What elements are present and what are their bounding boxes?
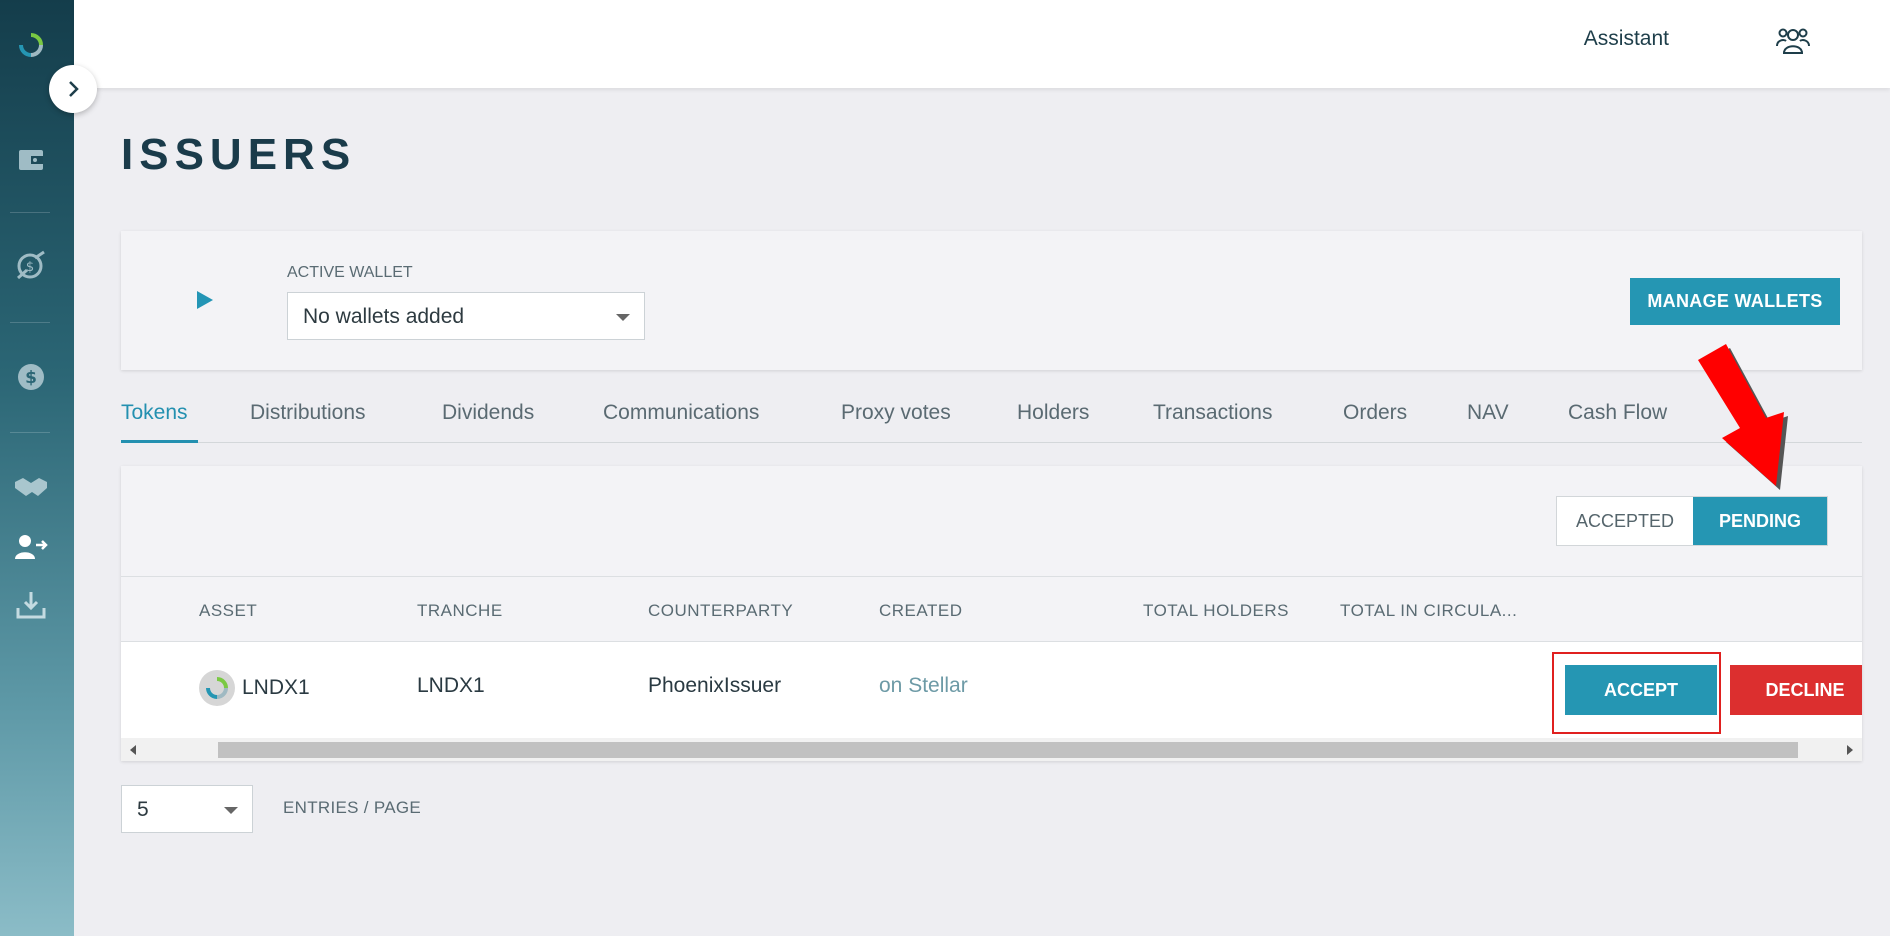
- sidebar-separator: [10, 322, 50, 323]
- tab-dividends[interactable]: Dividends: [442, 401, 534, 425]
- top-bar: Assistant: [74, 0, 1890, 88]
- decline-button[interactable]: DECLINE: [1730, 665, 1862, 715]
- table-header: ASSET TRANCHE COUNTERPARTY CREATED TOTAL…: [121, 576, 1862, 642]
- manage-wallets-button[interactable]: MANAGE WALLETS: [1630, 278, 1840, 325]
- active-wallet-value: No wallets added: [303, 305, 465, 328]
- wallet-icon[interactable]: [14, 143, 48, 177]
- counterparty-name: PhoenixIssuer: [648, 674, 782, 697]
- entries-per-page-label: ENTRIES / PAGE: [283, 798, 422, 817]
- wallet-card: ACTIVE WALLET No wallets added MANAGE WA…: [121, 231, 1862, 370]
- tokens-table-card: ACCEPTED PENDING ASSET TRANCHE COUNTERPA…: [121, 466, 1862, 761]
- tab-tokens[interactable]: Tokens: [121, 401, 188, 425]
- column-header-counterparty[interactable]: COUNTERPARTY: [648, 601, 793, 621]
- chevron-right-icon: [69, 81, 79, 97]
- asset-name: LNDX1: [242, 676, 310, 699]
- dollar-icon[interactable]: $: [14, 360, 48, 394]
- tab-nav[interactable]: NAV: [1467, 401, 1509, 425]
- svg-text:$: $: [25, 368, 37, 388]
- tab-distributions[interactable]: Distributions: [250, 401, 366, 425]
- asset-logo-icon: [199, 670, 235, 706]
- play-icon[interactable]: [197, 291, 213, 309]
- column-header-created[interactable]: CREATED: [879, 601, 962, 621]
- column-header-tranche[interactable]: TRANCHE: [417, 601, 503, 621]
- table-row: LNDX1 LNDX1 PhoenixIssuer on Stellar ACC…: [121, 642, 1862, 738]
- scroll-right-icon[interactable]: [1847, 745, 1853, 755]
- active-wallet-select[interactable]: No wallets added: [287, 292, 645, 340]
- users-icon[interactable]: [1774, 22, 1812, 60]
- assistant-link[interactable]: Assistant: [1584, 27, 1669, 51]
- download-tray-icon[interactable]: [14, 588, 48, 622]
- tab-holders[interactable]: Holders: [1017, 401, 1089, 425]
- tab-proxy-votes[interactable]: Proxy votes: [841, 401, 951, 425]
- red-arrow-annotation: [1698, 344, 1788, 490]
- sidebar: $ $: [0, 0, 74, 936]
- sidebar-separator: [10, 212, 50, 213]
- tab-bar: Tokens Distributions Dividends Communica…: [121, 395, 1862, 443]
- tab-communications[interactable]: Communications: [603, 401, 759, 425]
- entries-per-page-value: 5: [137, 798, 149, 821]
- page-title: ISSUERS: [121, 130, 357, 179]
- tab-orders[interactable]: Orders: [1343, 401, 1407, 425]
- svg-text:$: $: [26, 260, 34, 275]
- handshake-icon[interactable]: [14, 470, 48, 504]
- sidebar-separator: [10, 432, 50, 433]
- status-toggle: ACCEPTED PENDING: [1556, 496, 1828, 546]
- pending-toggle-button[interactable]: PENDING: [1693, 497, 1827, 545]
- scroll-left-icon[interactable]: [130, 745, 136, 755]
- tranche-name: LNDX1: [417, 674, 485, 697]
- column-header-total-in-circulation[interactable]: TOTAL IN CIRCULA...: [1340, 601, 1517, 621]
- user-transfer-icon[interactable]: [14, 530, 48, 564]
- created-value: on Stellar: [879, 674, 968, 697]
- entries-per-page-select[interactable]: 5: [121, 785, 253, 833]
- chevron-down-icon: [616, 314, 630, 321]
- accept-button[interactable]: ACCEPT: [1565, 665, 1717, 715]
- accepted-toggle-button[interactable]: ACCEPTED: [1557, 497, 1693, 545]
- column-header-total-holders[interactable]: TOTAL HOLDERS: [1143, 601, 1289, 621]
- tab-transactions[interactable]: Transactions: [1153, 401, 1272, 425]
- active-wallet-label: ACTIVE WALLET: [287, 264, 413, 281]
- sidebar-expand-button[interactable]: [49, 65, 97, 113]
- horizontal-scrollbar[interactable]: [121, 738, 1862, 761]
- tab-cash-flow[interactable]: Cash Flow: [1568, 401, 1667, 425]
- active-tab-indicator: [121, 440, 198, 443]
- dollar-growth-icon[interactable]: $: [14, 249, 48, 283]
- app-logo-icon[interactable]: [14, 28, 48, 62]
- scrollbar-thumb[interactable]: [218, 742, 1798, 758]
- chevron-down-icon: [224, 807, 238, 814]
- column-header-asset[interactable]: ASSET: [199, 601, 257, 621]
